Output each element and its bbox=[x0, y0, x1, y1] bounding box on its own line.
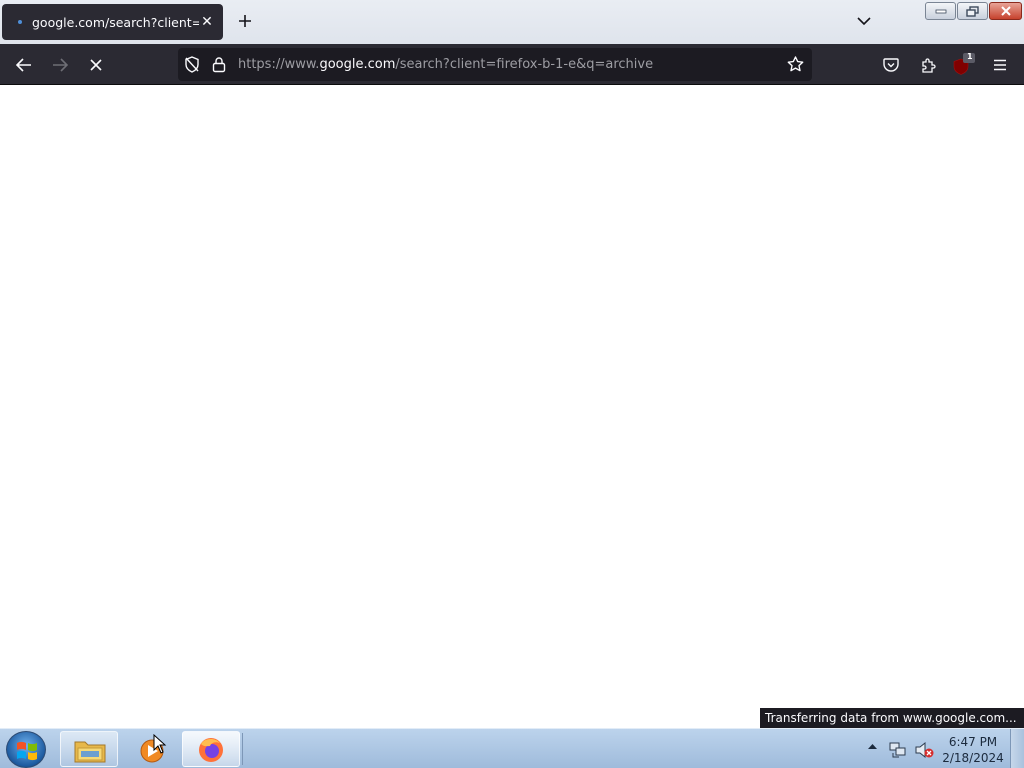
clock-time: 6:47 PM bbox=[948, 735, 998, 749]
close-icon bbox=[1000, 6, 1011, 16]
tracking-protection-shield-icon[interactable] bbox=[184, 56, 200, 73]
chevron-down-icon bbox=[857, 17, 871, 26]
folder-icon bbox=[74, 741, 106, 763]
stop-icon bbox=[90, 59, 102, 71]
ublock-origin-button[interactable]: 1 bbox=[950, 52, 976, 78]
mouse-cursor-icon bbox=[153, 734, 167, 754]
taskbar-divider bbox=[242, 733, 243, 765]
lock-icon[interactable] bbox=[212, 56, 226, 73]
plus-icon bbox=[239, 15, 251, 27]
puzzle-piece-icon bbox=[922, 58, 936, 73]
navigation-toolbar: https://www.google.com/search?client=fir… bbox=[0, 44, 1024, 85]
start-button[interactable] bbox=[6, 731, 46, 768]
list-all-tabs-button[interactable] bbox=[852, 10, 876, 32]
tab-title: google.com/search?client=firefox bbox=[32, 14, 199, 30]
tab-strip: google.com/search?client=firefox ✕ bbox=[0, 0, 1024, 44]
minimize-window-button[interactable] bbox=[925, 2, 956, 20]
extension-badge: 1 bbox=[967, 52, 973, 61]
taskbar-firefox-button[interactable] bbox=[182, 731, 240, 767]
taskbar-media-player-button[interactable] bbox=[122, 731, 180, 767]
arrow-right-icon bbox=[53, 58, 68, 72]
restore-window-button[interactable] bbox=[957, 2, 988, 20]
url-prefix: https://www. bbox=[238, 57, 320, 72]
application-menu-button[interactable] bbox=[987, 52, 1013, 78]
show-desktop-button[interactable] bbox=[1010, 729, 1024, 768]
address-bar[interactable]: https://www.google.com/search?client=fir… bbox=[178, 48, 812, 81]
tab-google-search[interactable]: google.com/search?client=firefox ✕ bbox=[2, 4, 223, 40]
stop-loading-button[interactable] bbox=[83, 52, 109, 78]
close-window-button[interactable] bbox=[989, 2, 1022, 20]
url-host: google.com bbox=[319, 57, 396, 72]
system-clock[interactable]: 6:47 PM 2/18/2024 bbox=[940, 734, 1006, 766]
new-tab-button[interactable] bbox=[234, 10, 256, 32]
firefox-icon bbox=[199, 738, 223, 762]
pocket-icon bbox=[883, 57, 899, 72]
close-tab-button[interactable]: ✕ bbox=[199, 14, 215, 30]
forward-button[interactable] bbox=[47, 52, 73, 78]
back-button[interactable] bbox=[11, 52, 37, 78]
extensions-button[interactable] bbox=[915, 52, 941, 78]
bookmark-star-icon[interactable] bbox=[787, 56, 804, 72]
show-hidden-icons-button[interactable] bbox=[868, 743, 877, 749]
restore-icon bbox=[966, 5, 979, 17]
taskbar: 6:47 PM 2/18/2024 bbox=[0, 728, 1024, 768]
network-icon[interactable] bbox=[889, 741, 907, 759]
url-path: /search?client=firefox-b-1-e&q=archive bbox=[395, 57, 654, 72]
windows-logo-icon bbox=[17, 741, 37, 761]
minimize-icon bbox=[935, 9, 946, 14]
status-panel: Transferring data from www.google.com... bbox=[760, 708, 1024, 728]
arrow-left-icon bbox=[16, 58, 31, 72]
pocket-button[interactable] bbox=[878, 52, 904, 78]
clock-date: 2/18/2024 bbox=[942, 751, 1004, 765]
loading-indicator-icon bbox=[18, 20, 22, 24]
hamburger-menu-icon bbox=[994, 59, 1006, 71]
volume-muted-icon[interactable] bbox=[914, 740, 934, 760]
taskbar-file-explorer-button[interactable] bbox=[60, 731, 118, 767]
url-text[interactable]: https://www.google.com/search?client=fir… bbox=[238, 57, 653, 72]
web-content-area[interactable] bbox=[0, 85, 1024, 728]
